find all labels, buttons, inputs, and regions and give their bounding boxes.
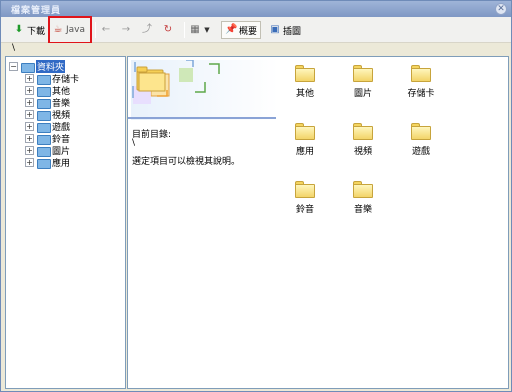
- back-button[interactable]: ←: [100, 21, 114, 39]
- thumbnail-button[interactable]: ▣ 插圖: [269, 21, 301, 39]
- expand-icon[interactable]: +: [25, 157, 34, 167]
- folder-icon: [411, 65, 431, 82]
- tree-item[interactable]: + 圖片: [25, 144, 70, 157]
- folder-item[interactable]: 遊戲: [396, 123, 446, 163]
- back-arrow-icon: ←: [101, 24, 111, 35]
- folder-icon: [37, 110, 51, 121]
- toolbar-separator: [95, 22, 96, 38]
- folder-item-label: 音樂: [353, 205, 372, 215]
- tree-item[interactable]: + 視頻: [25, 108, 70, 121]
- folder-icon: [411, 123, 431, 140]
- folder-item[interactable]: 其他: [280, 65, 330, 105]
- close-button[interactable]: ✕: [495, 3, 507, 15]
- download-label: 下載: [27, 26, 46, 37]
- expand-icon[interactable]: +: [25, 121, 34, 131]
- folder-item-label: 遊戲: [411, 147, 430, 157]
- tree-item[interactable]: + 其他: [25, 84, 70, 97]
- folder-item[interactable]: 音樂: [338, 181, 388, 221]
- up-folder-button[interactable]: ⤴: [141, 21, 155, 39]
- forward-arrow-icon: →: [121, 24, 131, 35]
- folder-icon: [21, 62, 35, 73]
- tree-item[interactable]: + 鈴音: [25, 132, 70, 145]
- view-grid-icon: ▦: [190, 24, 200, 35]
- tree-item[interactable]: + 遊戲: [25, 120, 70, 133]
- folder-item-label: 鈴音: [295, 205, 314, 215]
- folder-item-label: 應用: [295, 147, 314, 157]
- folder-icon: [37, 122, 51, 133]
- title-bar: 檔案管理員 ✕: [1, 1, 511, 17]
- download-button[interactable]: ⬇ 下載: [13, 21, 45, 39]
- folder-icon: [37, 98, 51, 109]
- current-dir-label: 目前目錄:: [132, 130, 172, 140]
- refresh-button[interactable]: ↻: [162, 21, 176, 39]
- folder-icon: [295, 123, 315, 140]
- folder-item[interactable]: 應用: [280, 123, 330, 163]
- folder-item[interactable]: 存儲卡: [396, 65, 446, 105]
- folder-icon: [37, 158, 51, 169]
- folder-item-label: 其他: [295, 89, 314, 99]
- folder-item-label: 圖片: [353, 89, 372, 99]
- folder-icon: [295, 65, 315, 82]
- folder-icon: [37, 134, 51, 145]
- refresh-icon: ↻: [163, 24, 173, 35]
- details-hint: 選定項目可以檢視其說明。: [132, 157, 241, 167]
- current-path: \: [12, 43, 16, 53]
- folder-icon: [37, 74, 51, 85]
- expand-icon[interactable]: +: [25, 109, 34, 119]
- expand-icon[interactable]: +: [25, 133, 34, 143]
- tree-root[interactable]: − 資料夾: [9, 59, 66, 73]
- folder-icon: [353, 181, 373, 198]
- forward-button[interactable]: →: [120, 21, 134, 39]
- summary-button[interactable]: 📌 概要: [221, 21, 262, 39]
- folder-icon: [295, 181, 315, 198]
- up-folder-icon: ⤴: [142, 24, 152, 35]
- pin-icon: 📌: [225, 24, 238, 35]
- folder-icon: [353, 65, 373, 82]
- banner-divider: [128, 117, 276, 119]
- expand-icon[interactable]: +: [25, 73, 34, 83]
- folder-icon: [37, 86, 51, 97]
- tree-item[interactable]: + 音樂: [25, 96, 70, 109]
- chevron-down-icon: ▼: [204, 26, 210, 34]
- picture-icon: ▣: [270, 24, 280, 35]
- folder-item-label: 視頻: [353, 147, 372, 157]
- tree-item-label: 應用: [52, 158, 71, 169]
- window-title: 檔案管理員: [11, 6, 62, 16]
- folder-banner-graphic: [131, 59, 278, 122]
- highlight-annotation: [48, 16, 92, 44]
- expand-icon[interactable]: +: [25, 97, 34, 107]
- content-pane: 目前目錄: \ 選定項目可以檢視其說明。 其他 圖片 存儲卡 應用 視頻 遊戲: [127, 56, 509, 389]
- collapse-icon[interactable]: −: [9, 61, 18, 71]
- folder-icon: [37, 146, 51, 157]
- folder-icon: [353, 123, 373, 140]
- expand-icon[interactable]: +: [25, 145, 34, 155]
- folder-item[interactable]: 鈴音: [280, 181, 330, 221]
- summary-label: 概要: [239, 26, 258, 37]
- current-dir-value: \: [132, 138, 136, 148]
- download-arrow-icon: ⬇: [14, 24, 24, 35]
- file-manager-window: 檔案管理員 ✕ ⬇ 下載 ☕ Java ← → ⤴ ↻ ▦ ▼ 📌 概要 ▣ 插…: [0, 0, 512, 392]
- folder-tree: − 資料夾 + 存儲卡 + 其他 + 音樂 + 視頻 + 遊戲 + 鈴音 + 圖…: [5, 56, 126, 389]
- thumbnail-label: 插圖: [283, 26, 302, 37]
- banner-folder-icon: [131, 59, 278, 120]
- folder-item[interactable]: 圖片: [338, 65, 388, 105]
- folder-item[interactable]: 視頻: [338, 123, 388, 163]
- tree-item[interactable]: + 應用: [25, 156, 71, 169]
- toolbar-separator: [184, 22, 185, 38]
- path-bar: \: [1, 43, 511, 55]
- tree-item[interactable]: + 存儲卡: [25, 72, 79, 85]
- view-mode-button[interactable]: ▦ ▼: [189, 21, 213, 39]
- expand-icon[interactable]: +: [25, 85, 34, 95]
- folder-item-label: 存儲卡: [407, 89, 435, 99]
